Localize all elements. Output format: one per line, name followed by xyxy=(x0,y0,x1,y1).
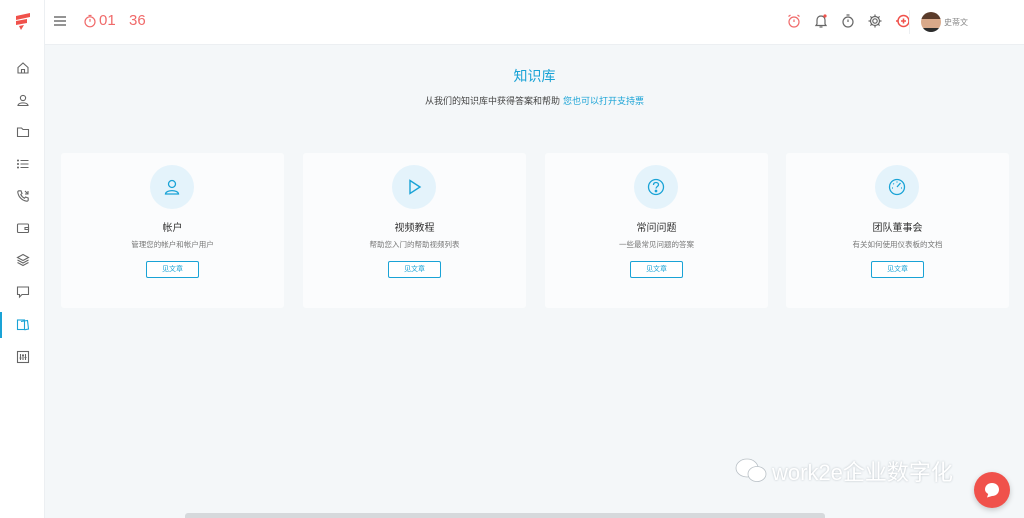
phone-icon xyxy=(16,190,29,202)
alarm-clock-icon xyxy=(788,14,800,28)
card-icon-wrap xyxy=(392,165,436,209)
chat-bubble-icon xyxy=(985,483,999,498)
see-articles-button[interactable]: 见文章 xyxy=(630,261,683,278)
see-articles-button[interactable]: 见文章 xyxy=(871,261,924,278)
sidebar-item-knowledge[interactable] xyxy=(0,312,45,338)
sidebar-item-list[interactable] xyxy=(0,151,45,177)
card-icon-wrap xyxy=(150,165,194,209)
card-title: 团队董事会 xyxy=(872,223,923,234)
see-articles-button[interactable]: 见文章 xyxy=(146,261,199,278)
card-account: 帐户 管理您的帐户和帐户用户 见文章 xyxy=(61,153,284,308)
contacts-icon xyxy=(16,94,29,107)
sidebar-item-folder[interactable] xyxy=(0,119,45,145)
wechat-icon xyxy=(735,458,767,482)
sidebar-item-reports[interactable] xyxy=(0,344,45,370)
gear-icon xyxy=(868,14,882,28)
timer-minutes: 36 xyxy=(129,12,146,29)
card-description: 有关如何使用仪表板的文档 xyxy=(852,240,943,249)
notifications-button[interactable] xyxy=(813,13,829,29)
alarm-button[interactable] xyxy=(786,13,802,29)
topbar-divider xyxy=(909,10,910,34)
layers-icon xyxy=(15,253,30,267)
sidebar-item-chat[interactable] xyxy=(0,279,45,305)
page-title: 知识库 xyxy=(513,69,556,85)
card-title: 帐户 xyxy=(162,223,183,234)
top-bar: 01 36 史蒂文 xyxy=(45,0,1024,45)
question-icon xyxy=(647,178,665,196)
dashboard-icon xyxy=(888,178,906,196)
card-icon-wrap xyxy=(634,165,678,209)
card-description: 一些最常见问题的答案 xyxy=(619,240,694,249)
folder-icon xyxy=(16,127,29,138)
card-description: 管理您的帐户和帐户用户 xyxy=(131,240,214,249)
sidebar-item-layers[interactable] xyxy=(0,247,45,273)
stopwatch-icon xyxy=(842,14,854,28)
card-title: 常问问题 xyxy=(636,223,677,234)
list-icon xyxy=(16,159,28,169)
see-articles-button[interactable]: 见文章 xyxy=(388,261,441,278)
subtitle-text: 从我们的知识库中获得答案和帮助 xyxy=(425,97,561,107)
avatar[interactable] xyxy=(921,12,941,32)
bell-icon xyxy=(814,14,828,28)
menu-toggle-icon[interactable] xyxy=(53,14,67,28)
play-icon xyxy=(409,179,422,195)
card-icon-wrap xyxy=(875,165,919,209)
timer-hours: 01 xyxy=(99,12,116,29)
settings-button[interactable] xyxy=(867,13,883,29)
card-title: 视频教程 xyxy=(394,223,435,234)
user-name[interactable]: 史蒂文 xyxy=(944,17,968,28)
stopwatch-button[interactable] xyxy=(840,13,856,29)
sidebar xyxy=(0,0,45,518)
sidebar-item-contacts[interactable] xyxy=(0,87,45,113)
home-icon xyxy=(16,62,29,74)
knowledge-icon xyxy=(16,319,29,331)
sidebar-item-home[interactable] xyxy=(0,55,45,81)
watermark-text: work2e企业数字化 xyxy=(772,460,953,485)
timer-icon xyxy=(84,14,96,28)
sidebar-item-wallet[interactable] xyxy=(0,215,45,241)
bottom-scroll-shadow xyxy=(185,513,825,518)
card-faq: 常问问题 一些最常见问题的答案 见文章 xyxy=(545,153,768,308)
user-icon xyxy=(164,179,180,195)
brand-logo-icon[interactable] xyxy=(13,11,33,31)
wallet-icon xyxy=(16,223,29,234)
sliders-icon xyxy=(16,350,29,364)
card-video-tutorials: 视频教程 帮助您入门的帮助视频列表 见文章 xyxy=(303,153,526,308)
card-team-dashboard: 团队董事会 有关如何使用仪表板的文档 见文章 xyxy=(786,153,1009,308)
page-subtitle: 从我们的知识库中获得答案和帮助 您也可以打开支持票 xyxy=(45,94,1024,107)
open-ticket-link[interactable]: 您也可以打开支持票 xyxy=(563,97,644,107)
sidebar-item-calls[interactable] xyxy=(0,183,45,209)
live-chat-button[interactable] xyxy=(974,472,1010,508)
card-description: 帮助您入门的帮助视频列表 xyxy=(369,240,460,249)
chat-icon xyxy=(16,286,29,299)
